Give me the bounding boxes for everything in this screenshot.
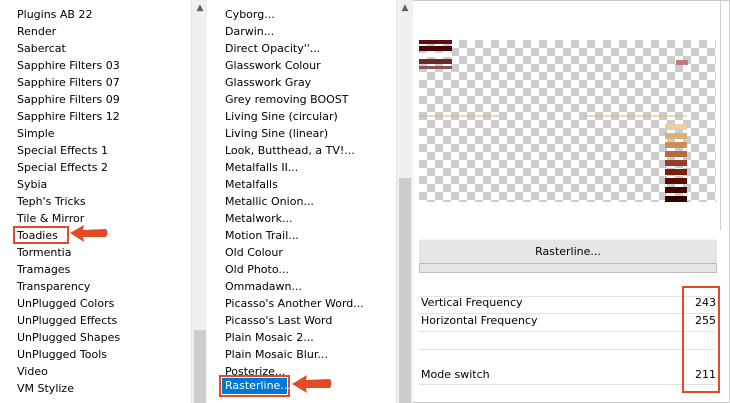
list-item[interactable]: VM Stylize (17, 380, 74, 397)
list-item[interactable]: Sapphire Filters 09 (17, 91, 120, 108)
preview-art (419, 40, 688, 202)
list-item[interactable]: Direct Opacity''... (225, 40, 320, 57)
list-item[interactable]: Picasso's Another Word... (225, 295, 364, 312)
list-item[interactable]: Living Sine (circular) (225, 108, 338, 125)
list-item[interactable]: Ommadawn... (225, 278, 302, 295)
list-item[interactable]: Special Effects 1 (17, 142, 108, 159)
list-item[interactable]: UnPlugged Tools (17, 346, 107, 363)
filter-scrollbar[interactable]: ▲ (396, 0, 413, 403)
red-arrow-icon (292, 375, 332, 393)
category-highlight-box (13, 226, 69, 244)
list-item[interactable]: Video (17, 363, 48, 380)
list-item[interactable]: Sybia (17, 176, 47, 193)
slider-track[interactable] (419, 331, 715, 332)
filter-category-list[interactable]: Plugins AB 22 Render Sabercat Sapphire Filt… (0, 0, 191, 403)
list-item[interactable]: Sapphire Filters 12 (17, 108, 120, 125)
list-item[interactable]: Plain Mosaic Blur... (225, 346, 328, 363)
red-arrow-icon (70, 225, 108, 242)
list-item[interactable]: Glasswork Colour (225, 57, 321, 74)
slider-track[interactable] (419, 349, 715, 350)
scroll-up-icon[interactable]: ▲ (192, 0, 208, 17)
list-item[interactable]: Sabercat (17, 40, 66, 57)
list-item[interactable]: Old Colour (225, 244, 283, 261)
list-item[interactable]: Motion Trail... (225, 227, 299, 244)
list-item[interactable]: Metallic Onion... (225, 193, 314, 210)
list-item[interactable]: Special Effects 2 (17, 159, 108, 176)
filter-scroll-thumb[interactable] (399, 178, 411, 403)
filter-list[interactable]: Cyborg... Darwin... Direct Opacity''... Gla… (207, 0, 396, 403)
list-item[interactable]: Metalwork... (225, 210, 292, 227)
list-item[interactable]: Transparency (17, 278, 90, 295)
list-item[interactable]: Metalfalls (225, 176, 278, 193)
list-item[interactable]: Sapphire Filters 07 (17, 74, 120, 91)
category-scrollbar[interactable]: ▲ (191, 0, 208, 403)
progress-bar (419, 263, 717, 273)
list-item[interactable]: Teph's Tricks (17, 193, 86, 210)
scroll-up-icon[interactable]: ▲ (397, 0, 413, 17)
list-item[interactable]: Plain Mosaic 2... (225, 329, 314, 346)
slider-track[interactable] (419, 384, 715, 385)
category-scroll-thumb[interactable] (194, 330, 206, 403)
selected-filter-label[interactable]: Rasterline... (225, 378, 291, 394)
list-item[interactable]: UnPlugged Shapes (17, 329, 120, 346)
list-item[interactable]: Tramages (17, 261, 70, 278)
list-item[interactable]: Plugins AB 22 (17, 6, 92, 23)
filter-name-button[interactable]: Rasterline... (419, 239, 717, 264)
list-item[interactable]: Tormentia (17, 244, 71, 261)
param-label-vertical-frequency: Vertical Frequency (421, 296, 523, 309)
list-item[interactable]: Metalfalls II... (225, 159, 298, 176)
list-item[interactable]: Living Sine (linear) (225, 125, 328, 142)
list-item[interactable]: Darwin... (225, 23, 274, 40)
list-item[interactable]: UnPlugged Effects (17, 312, 117, 329)
list-item[interactable]: Cyborg... (225, 6, 275, 23)
preview-image (419, 40, 716, 202)
list-item[interactable]: Sapphire Filters 03 (17, 57, 120, 74)
list-item[interactable]: Render (17, 23, 56, 40)
list-item[interactable]: Grey removing BOOST (225, 91, 348, 108)
list-item[interactable]: Look, Butthead, a TV!... (225, 142, 355, 159)
panel-divider (720, 0, 721, 230)
list-item[interactable]: Glasswork Gray (225, 74, 311, 91)
values-highlight-box (682, 286, 720, 393)
list-item[interactable]: UnPlugged Colors (17, 295, 114, 312)
list-item[interactable]: Simple (17, 125, 55, 142)
list-item[interactable]: Picasso's Last Word (225, 312, 332, 329)
list-item[interactable]: Old Photo... (225, 261, 289, 278)
param-label-mode-switch: Mode switch (421, 368, 490, 381)
param-label-horizontal-frequency: Horizontal Frequency (421, 314, 538, 327)
